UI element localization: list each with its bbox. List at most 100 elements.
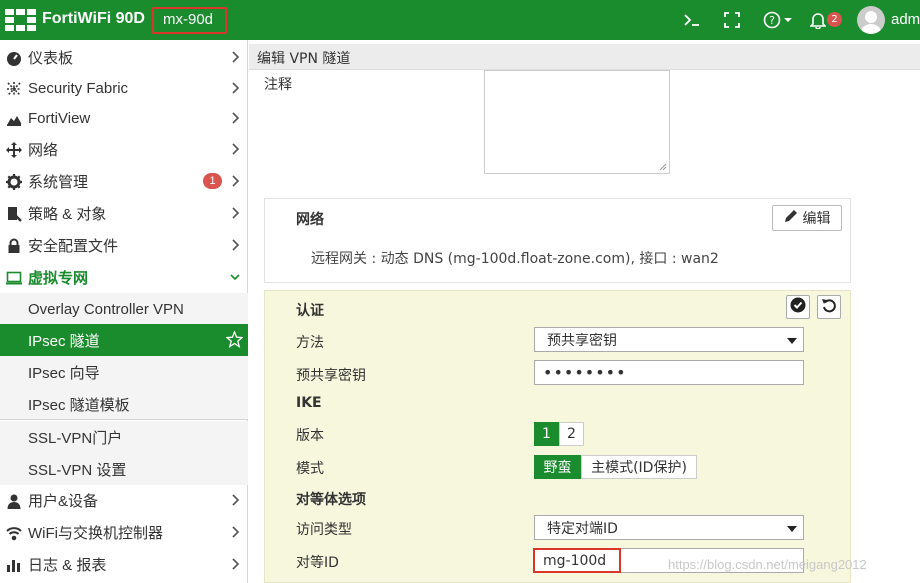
sidebar-subitem-ssl-vpn-settings[interactable]: SSL-VPN 设置 <box>0 453 248 485</box>
chevron-right-icon <box>229 206 241 220</box>
chevron-right-icon <box>229 50 241 64</box>
notification-badge: 2 <box>827 12 842 27</box>
sidebar-subitem-label: IPsec 向导 <box>28 364 100 382</box>
sidebar-item-label: 用户&设备 <box>28 493 99 510</box>
lock-icon <box>6 238 22 254</box>
fabric-icon <box>6 81 22 97</box>
method-select-value: 预共享密钥 <box>547 332 617 349</box>
sidebar-subitem-ipsec-templates[interactable]: IPsec 隧道模板 <box>0 388 248 420</box>
edit-network-button[interactable]: 编辑 <box>772 205 842 231</box>
bar-chart-icon <box>6 557 22 573</box>
network-panel <box>264 198 851 283</box>
aggressive-mode-toggle[interactable]: 野蛮 <box>534 455 581 479</box>
fullscreen-icon[interactable] <box>720 0 744 40</box>
sidebar-item-network[interactable]: 网络 <box>0 134 248 165</box>
policy-icon <box>6 206 22 222</box>
sidebar-item-label: 安全配置文件 <box>28 238 119 255</box>
sidebar-subitem-ipsec-tunnels[interactable]: IPsec 隧道 <box>0 324 248 356</box>
revert-button[interactable] <box>817 295 841 319</box>
sidebar-item-fortiview[interactable]: FortiView <box>0 103 248 134</box>
sidebar-item-label: 网络 <box>28 142 59 159</box>
chevron-right-icon <box>229 525 241 539</box>
method-select[interactable]: 预共享密钥 <box>534 327 804 352</box>
chevron-right-icon <box>229 493 241 507</box>
sidebar-subitem-label: Overlay Controller VPN <box>28 300 184 318</box>
pencil-icon <box>784 209 798 227</box>
bell-icon[interactable] <box>807 0 829 40</box>
mode-label: 模式 <box>296 461 324 477</box>
network-icon <box>6 142 22 158</box>
username[interactable]: admin <box>891 11 920 28</box>
monitor-icon <box>6 270 22 286</box>
sidebar-item-log-report[interactable]: 日志 & 报表 <box>0 549 248 580</box>
sidebar-subitem-label: IPsec 隧道模板 <box>28 396 130 414</box>
comment-textarea[interactable] <box>484 70 670 174</box>
check-circle-icon <box>790 297 806 317</box>
help-icon[interactable]: ? <box>761 0 795 40</box>
comment-label: 注释 <box>264 77 292 93</box>
sidebar-item-label: 虚拟专网 <box>28 270 89 287</box>
dropdown-caret-icon <box>787 338 797 344</box>
sidebar-item-label: 仪表板 <box>28 50 74 67</box>
chevron-right-icon <box>229 111 241 125</box>
sidebar-item-security-fabric[interactable]: Security Fabric <box>0 73 248 104</box>
watermark: https://blog.csdn.net/meigang2012 <box>668 557 867 572</box>
sidebar-item-label: 日志 & 报表 <box>28 557 107 574</box>
sidebar-item-dashboard[interactable]: 仪表板 <box>0 42 248 73</box>
ike-version-2-toggle[interactable]: 2 <box>559 422 584 446</box>
sidebar-item-wifi-switch[interactable]: WiFi与交换机控制器 <box>0 517 248 548</box>
hostname: mx-90d <box>163 11 214 28</box>
cli-console-icon[interactable] <box>680 0 704 40</box>
alert-count-badge: 1 <box>203 173 222 189</box>
sidebar-item-vpn[interactable]: 虚拟专网 <box>0 262 248 293</box>
chevron-right-icon <box>229 238 241 252</box>
page-title: 编辑 VPN 隧道 <box>257 51 351 67</box>
sidebar-item-user-device[interactable]: 用户&设备 <box>0 485 248 516</box>
auth-section-title: 认证 <box>296 303 324 319</box>
sidebar-item-label: 系统管理 <box>28 174 89 191</box>
sidebar-subitem-overlay-controller-vpn[interactable]: Overlay Controller VPN <box>0 293 248 325</box>
device-model: FortiWiFi 90D <box>42 10 145 27</box>
psk-password-field[interactable]: •••••••• <box>534 360 804 385</box>
ike-heading: IKE <box>296 395 322 411</box>
sidebar-item-label: FortiView <box>28 110 91 127</box>
chevron-right-icon <box>229 81 241 95</box>
sidebar-item-label: WiFi与交换机控制器 <box>28 525 163 542</box>
peer-id-highlight <box>533 548 621 573</box>
dashboard-icon <box>6 50 22 66</box>
star-icon[interactable] <box>225 330 244 352</box>
version-label: 版本 <box>296 428 324 444</box>
sidebar-item-policy[interactable]: 策略 & 对象 <box>0 198 248 229</box>
ike-version-1-toggle[interactable]: 1 <box>534 422 559 446</box>
chevron-right-icon <box>229 557 241 571</box>
sidebar-item-label: 策略 & 对象 <box>28 206 107 223</box>
psk-label: 预共享密钥 <box>296 368 366 384</box>
chevron-right-icon <box>229 174 241 188</box>
undo-icon <box>821 297 837 317</box>
sidebar-item-label: Security Fabric <box>28 80 129 97</box>
svg-text:?: ? <box>769 14 775 27</box>
sidebar-subitem-ipsec-wizard[interactable]: IPsec 向导 <box>0 356 248 388</box>
remote-gateway-summary: 远程网关 : 动态 DNS (mg-100d.float-zone.com), … <box>311 251 719 267</box>
access-type-select-value: 特定对端ID <box>547 520 618 537</box>
sidebar-subitem-label: SSL-VPN门户 <box>28 429 123 447</box>
chevron-down-icon <box>229 270 241 284</box>
wifi-icon <box>6 525 22 541</box>
dropdown-caret-icon <box>787 526 797 532</box>
access-type-select[interactable]: 特定对端ID <box>534 515 804 540</box>
chart-icon <box>6 111 22 127</box>
user-icon <box>6 493 22 509</box>
peer-options-heading: 对等体选项 <box>296 492 366 508</box>
sidebar-item-security-profiles[interactable]: 安全配置文件 <box>0 230 248 261</box>
resize-handle-icon <box>659 163 667 171</box>
method-label: 方法 <box>296 335 324 351</box>
access-type-label: 访问类型 <box>296 522 352 538</box>
divider <box>0 419 248 420</box>
sidebar-item-system[interactable]: 系统管理 1 <box>0 166 248 197</box>
sidebar-subitem-ssl-vpn-portals[interactable]: SSL-VPN门户 <box>0 421 248 453</box>
edit-button-label: 编辑 <box>802 211 831 227</box>
main-mode-toggle[interactable]: 主模式(ID保护) <box>581 455 697 479</box>
confirm-button[interactable] <box>786 295 810 319</box>
avatar[interactable] <box>857 6 885 34</box>
sidebar-subitem-label: SSL-VPN 设置 <box>28 461 127 479</box>
